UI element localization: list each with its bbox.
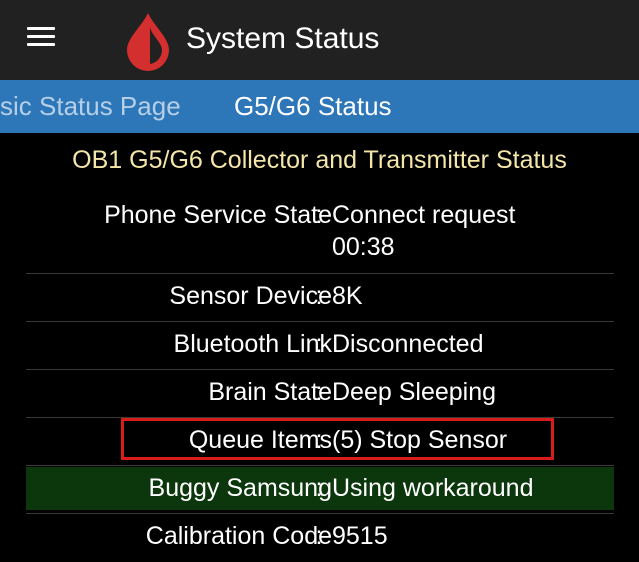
row-separator: : — [315, 201, 323, 229]
highlight-box — [121, 418, 554, 460]
blood-drop-icon — [127, 13, 169, 71]
row-label: Phone Service State — [104, 201, 332, 229]
row-value-line2: 00:38 — [332, 233, 395, 261]
status-row-buggy-samsung: Buggy Samsung : Using workaround — [26, 467, 614, 510]
status-row-calibration-code: Calibration Code : 9515 — [26, 521, 614, 557]
status-row-bluetooth-link: Bluetooth Link : Disconnected — [26, 329, 614, 365]
status-row-phone-service-state: Phone Service State : Connect request 00… — [26, 200, 614, 270]
tab-bar: ssic Status Page G5/G6 Status — [0, 80, 639, 133]
row-value: 9515 — [332, 522, 388, 550]
row-label: Buggy Samsung — [148, 474, 332, 502]
row-label: Calibration Code — [145, 522, 332, 550]
row-divider — [26, 465, 614, 466]
tab-g5-g6-status[interactable]: G5/G6 Status — [234, 80, 392, 133]
row-value: Using workaround — [332, 474, 534, 502]
row-separator: : — [315, 330, 323, 358]
row-divider — [26, 273, 614, 274]
status-row-brain-state: Brain State : Deep Sleeping — [26, 377, 614, 413]
status-row-sensor-device: Sensor Device : 8K — [26, 281, 614, 317]
row-separator: : — [315, 378, 323, 406]
row-divider — [26, 321, 614, 322]
row-separator: : — [315, 522, 323, 550]
row-separator: : — [315, 474, 323, 502]
row-divider — [26, 513, 614, 514]
row-label: Bluetooth Link — [173, 330, 332, 358]
row-divider — [26, 369, 614, 370]
app-title: System Status — [186, 22, 380, 55]
row-value: Deep Sleeping — [332, 378, 497, 406]
row-value: 8K — [332, 282, 363, 310]
tab-classic-status-page[interactable]: ssic Status Page — [0, 80, 181, 133]
hamburger-menu-icon[interactable] — [24, 24, 58, 50]
row-separator: : — [315, 282, 323, 310]
status-heading: OB1 G5/G6 Collector and Transmitter Stat… — [72, 146, 567, 174]
row-label: Sensor Device — [169, 282, 332, 310]
row-value: Connect request — [332, 201, 516, 229]
app-bar: System Status — [0, 0, 639, 80]
row-value: Disconnected — [332, 330, 484, 358]
